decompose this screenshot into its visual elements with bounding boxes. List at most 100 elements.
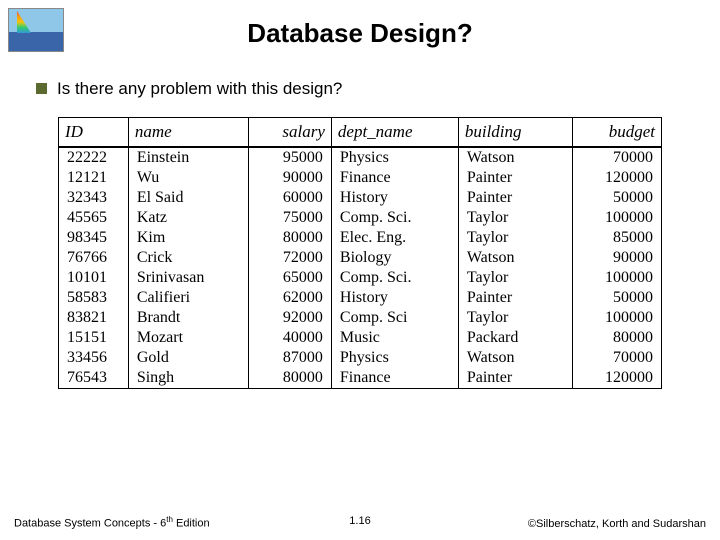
table-cell: 120000 (573, 168, 662, 188)
table-cell: Einstein (128, 147, 249, 168)
bullet-text: Is there any problem with this design? (57, 79, 342, 99)
table-cell: Comp. Sci. (331, 208, 458, 228)
table-cell: Biology (331, 248, 458, 268)
table-cell: 70000 (573, 147, 662, 168)
slide: Database Design? Is there any problem wi… (0, 0, 720, 540)
table-row: 22222Einstein95000PhysicsWatson70000 (59, 147, 662, 168)
table-cell: Physics (331, 348, 458, 368)
table-cell: Painter (458, 188, 572, 208)
table-cell: 80000 (573, 328, 662, 348)
table-cell: 50000 (573, 288, 662, 308)
table-cell: Singh (128, 368, 249, 389)
table-row: 12121Wu90000FinancePainter120000 (59, 168, 662, 188)
table-row: 76543Singh80000FinancePainter120000 (59, 368, 662, 389)
table-cell: History (331, 188, 458, 208)
table-cell: Katz (128, 208, 249, 228)
col-dept: dept_name (331, 118, 458, 148)
table-cell: 32343 (59, 188, 129, 208)
table-cell: Painter (458, 168, 572, 188)
table-cell: El Said (128, 188, 249, 208)
textbook-logo (8, 8, 64, 52)
table-cell: Finance (331, 168, 458, 188)
table-cell: 92000 (249, 308, 332, 328)
footer-right: ©Silberschatz, Korth and Sudarshan (528, 518, 706, 530)
table-cell: 70000 (573, 348, 662, 368)
table-cell: 100000 (573, 208, 662, 228)
table-cell: 87000 (249, 348, 332, 368)
footer-left: Database System Concepts - 6th Edition (14, 515, 210, 530)
table-cell: 120000 (573, 368, 662, 389)
table-cell: Painter (458, 288, 572, 308)
col-bldg: building (458, 118, 572, 148)
table-cell: Taylor (458, 268, 572, 288)
table-cell: Taylor (458, 308, 572, 328)
footer-left-suffix: Edition (173, 518, 210, 530)
col-budget: budget (573, 118, 662, 148)
table-cell: Packard (458, 328, 572, 348)
col-name: name (128, 118, 249, 148)
table-cell: 90000 (573, 248, 662, 268)
instructor-table: ID name salary dept_name building budget… (58, 117, 662, 389)
table-row: 58583Califieri62000HistoryPainter50000 (59, 288, 662, 308)
table-cell: 83821 (59, 308, 129, 328)
table-cell: Comp. Sci (331, 308, 458, 328)
table-cell: 65000 (249, 268, 332, 288)
table-cell: 50000 (573, 188, 662, 208)
table-cell: 100000 (573, 308, 662, 328)
table-cell: 15151 (59, 328, 129, 348)
slide-title: Database Design? (0, 0, 720, 49)
col-id: ID (59, 118, 129, 148)
table-cell: Finance (331, 368, 458, 389)
table-row: 32343El Said60000HistoryPainter50000 (59, 188, 662, 208)
table-cell: Elec. Eng. (331, 228, 458, 248)
table-cell: Physics (331, 147, 458, 168)
table-cell: 98345 (59, 228, 129, 248)
table-cell: Brandt (128, 308, 249, 328)
footer-left-sup: th (166, 515, 173, 524)
footer-left-prefix: Database System Concepts - 6 (14, 518, 166, 530)
table-row: 45565Katz75000Comp. Sci.Taylor100000 (59, 208, 662, 228)
table-cell: 95000 (249, 147, 332, 168)
table-cell: Crick (128, 248, 249, 268)
table-cell: 75000 (249, 208, 332, 228)
table-cell: 80000 (249, 228, 332, 248)
table-cell: 12121 (59, 168, 129, 188)
data-table: ID name salary dept_name building budget… (58, 117, 662, 389)
table-cell: Taylor (458, 228, 572, 248)
table-cell: Comp. Sci. (331, 268, 458, 288)
table-cell: Califieri (128, 288, 249, 308)
table-cell: Music (331, 328, 458, 348)
table-cell: Mozart (128, 328, 249, 348)
table-row: 15151Mozart40000MusicPackard80000 (59, 328, 662, 348)
table-cell: Srinivasan (128, 268, 249, 288)
footer-center: 1.16 (349, 515, 370, 527)
table-cell: 76543 (59, 368, 129, 389)
table-cell: History (331, 288, 458, 308)
table-cell: Watson (458, 348, 572, 368)
slide-footer: Database System Concepts - 6th Edition 1… (0, 515, 720, 530)
table-cell: 58583 (59, 288, 129, 308)
table-header-row: ID name salary dept_name building budget (59, 118, 662, 148)
table-row: 83821Brandt92000Comp. SciTaylor100000 (59, 308, 662, 328)
table-cell: 90000 (249, 168, 332, 188)
table-cell: 60000 (249, 188, 332, 208)
table-cell: 62000 (249, 288, 332, 308)
table-cell: 40000 (249, 328, 332, 348)
table-row: 33456Gold87000PhysicsWatson70000 (59, 348, 662, 368)
table-cell: Painter (458, 368, 572, 389)
table-cell: 10101 (59, 268, 129, 288)
bullet-item: Is there any problem with this design? (36, 79, 684, 99)
table-row: 76766Crick72000BiologyWatson90000 (59, 248, 662, 268)
table-row: 98345Kim80000Elec. Eng.Taylor85000 (59, 228, 662, 248)
table-cell: 45565 (59, 208, 129, 228)
square-bullet-icon (36, 83, 47, 94)
table-cell: Wu (128, 168, 249, 188)
table-cell: 76766 (59, 248, 129, 268)
table-cell: 85000 (573, 228, 662, 248)
table-cell: 100000 (573, 268, 662, 288)
slide-body: Is there any problem with this design? I… (0, 49, 720, 389)
table-cell: Taylor (458, 208, 572, 228)
table-cell: Watson (458, 248, 572, 268)
table-cell: Kim (128, 228, 249, 248)
table-cell: 33456 (59, 348, 129, 368)
